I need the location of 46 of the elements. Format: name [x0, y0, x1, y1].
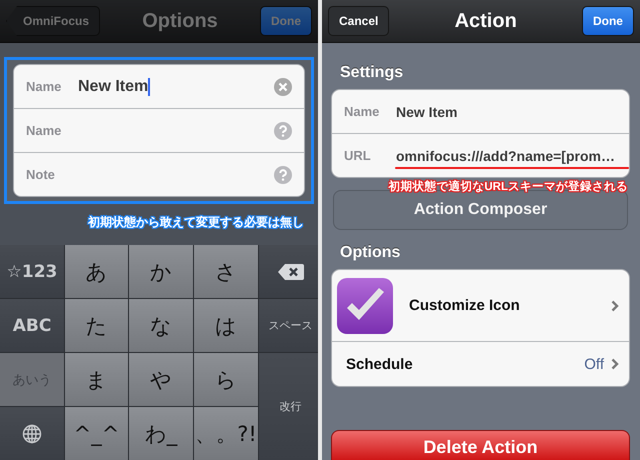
- keyboard-key[interactable]: 、。?!: [194, 407, 258, 460]
- keyboard-key[interactable]: ^_^: [65, 407, 128, 460]
- keyboard-key[interactable]: や: [129, 353, 193, 406]
- annotation-text: 初期状態から敢えて変更する必要は無し: [88, 214, 304, 231]
- app-icon: [337, 278, 393, 334]
- keyboard-key[interactable]: は: [194, 299, 258, 352]
- keyboard-key[interactable]: な: [129, 299, 193, 352]
- text-cursor: [148, 78, 150, 96]
- keyboard-key[interactable]: わ_: [129, 407, 193, 460]
- globe-icon: [22, 424, 42, 444]
- keyboard-key[interactable]: 改行: [259, 353, 318, 460]
- keyboard-key[interactable]: さ: [194, 245, 258, 298]
- field-label: Name: [26, 79, 62, 94]
- field-label: Name: [26, 123, 62, 138]
- done-button[interactable]: Done: [582, 6, 634, 36]
- input-field[interactable]: New Item: [78, 74, 274, 98]
- field-label: Name: [344, 104, 380, 119]
- keyboard-key[interactable]: ら: [194, 353, 258, 406]
- help-icon: [274, 122, 292, 140]
- keyboard-key[interactable]: ま: [65, 353, 128, 406]
- field-label: URL: [344, 148, 372, 163]
- field-value: omnifocus:///add?name=[prom…: [396, 148, 615, 164]
- back-button[interactable]: OmniFocus: [6, 6, 100, 36]
- chevron-icon: [611, 358, 619, 370]
- row-value: Off: [584, 356, 604, 372]
- section-header: Settings: [340, 64, 404, 82]
- delete-key[interactable]: [259, 245, 318, 298]
- list-row[interactable]: Schedule Off: [332, 341, 629, 386]
- keyboard-key[interactable]: か: [129, 245, 193, 298]
- cancel-button[interactable]: Cancel: [328, 6, 390, 36]
- list-row[interactable]: Customize Icon: [332, 270, 629, 341]
- keyboard-key[interactable]: ABC: [0, 299, 64, 352]
- backspace-icon: [278, 264, 304, 280]
- help-icon: [274, 166, 292, 184]
- keyboard-key[interactable]: あ: [65, 245, 128, 298]
- keyboard-key[interactable]: た: [65, 299, 128, 352]
- field-value: New Item: [396, 104, 458, 120]
- field-label: Note: [26, 167, 56, 182]
- screen-title: Action: [454, 10, 517, 32]
- keyboard-key[interactable]: ☆123: [0, 245, 64, 298]
- delete-action-button[interactable]: Delete Action: [331, 430, 630, 460]
- globe-key[interactable]: [0, 407, 64, 460]
- screen-title: Options: [142, 10, 218, 32]
- keyboard-key[interactable]: スペース: [259, 299, 318, 352]
- section-header: Options: [340, 244, 402, 262]
- chevron-icon: [611, 300, 619, 312]
